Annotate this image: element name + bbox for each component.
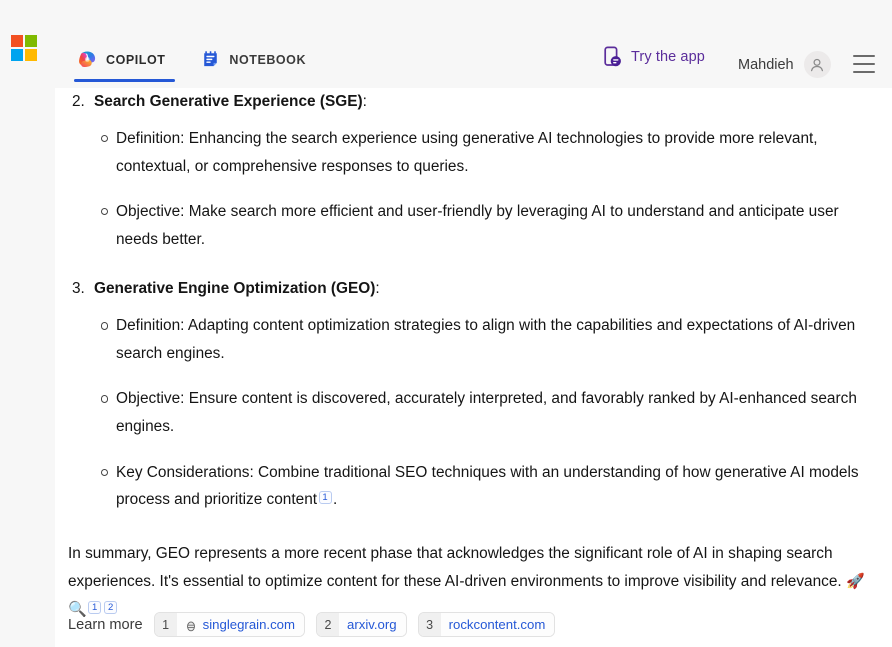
list-number: 2.	[72, 93, 85, 110]
app-header: COPILOT NOTEBOOK Try the app Mahdieh	[0, 0, 892, 88]
source-host: arxiv.org	[347, 617, 397, 632]
main-tabs: COPILOT NOTEBOOK	[68, 46, 318, 82]
microsoft-logo-icon[interactable]	[11, 35, 37, 61]
section-heading-suffix: :	[362, 93, 367, 110]
list-item-geo: 3. Generative Engine Optimization (GEO):	[0, 275, 892, 303]
notebook-icon	[201, 50, 220, 69]
source-chip-rockcontent[interactable]: 3 rockcontent.com	[417, 612, 556, 637]
source-host: singlegrain.com	[202, 617, 295, 632]
copilot-page: COPILOT NOTEBOOK Try the app Mahdieh 2. …	[0, 0, 892, 647]
tab-copilot-label: COPILOT	[106, 52, 166, 67]
summary-text: In summary, GEO represents a more recent…	[68, 544, 846, 590]
hamburger-menu-icon[interactable]	[853, 55, 875, 73]
sge-bullets: Definition: Enhancing the search experie…	[0, 116, 892, 262]
source-chip-arxiv[interactable]: 2 arxiv.org	[316, 612, 407, 637]
user-name: Mahdieh	[738, 56, 794, 73]
copilot-swirl-icon	[78, 50, 97, 69]
list-number: 3.	[72, 280, 85, 298]
bullet-text-after: .	[333, 491, 338, 509]
citation-badge[interactable]: 1	[318, 491, 332, 505]
source-chip-singlegrain[interactable]: 1 singlegrain.com	[153, 612, 305, 637]
try-the-app-label: Try the app	[631, 49, 705, 65]
section-heading: Search Generative Experience (SGE)	[94, 93, 363, 110]
list-item-sge: 2. Search Generative Experience (SGE):	[0, 88, 892, 116]
tab-notebook[interactable]: NOTEBOOK	[191, 46, 318, 82]
phone-chat-icon	[603, 46, 623, 68]
source-index: 1	[154, 613, 177, 636]
summary-paragraph: In summary, GEO represents a more recent…	[0, 534, 892, 624]
user-area: Mahdieh	[738, 51, 831, 78]
try-the-app-button[interactable]: Try the app	[603, 46, 705, 68]
learn-more-label: Learn more	[68, 616, 143, 633]
geo-bullets: Definition: Adapting content optimizatio…	[0, 303, 892, 522]
source-host: rockcontent.com	[448, 617, 546, 632]
tab-notebook-label: NOTEBOOK	[229, 52, 307, 67]
source-index: 3	[418, 613, 441, 636]
section-heading-suffix: :	[375, 280, 380, 298]
section-heading: Generative Engine Optimization (GEO)	[94, 280, 376, 298]
list-item-with-citation: Key Considerations: Combine traditional …	[0, 450, 892, 523]
avatar[interactable]	[803, 51, 831, 78]
person-icon	[809, 57, 825, 73]
list-item: Definition: Enhancing the search experie…	[0, 116, 892, 189]
singlegrain-favicon-icon	[185, 619, 197, 631]
source-index: 2	[317, 613, 339, 636]
message-content: 2. Search Generative Experience (SGE): D…	[0, 88, 892, 647]
tab-copilot[interactable]: COPILOT	[68, 46, 177, 82]
learn-more-bar: Learn more 1 singlegrain.com 2 arxiv.org…	[68, 612, 556, 637]
list-item: Objective: Ensure content is discovered,…	[0, 376, 892, 449]
list-item: Definition: Adapting content optimizatio…	[0, 303, 892, 376]
bullet-text: Key Considerations: Combine traditional …	[116, 463, 859, 509]
list-item: Objective: Make search more efficient an…	[0, 189, 892, 262]
